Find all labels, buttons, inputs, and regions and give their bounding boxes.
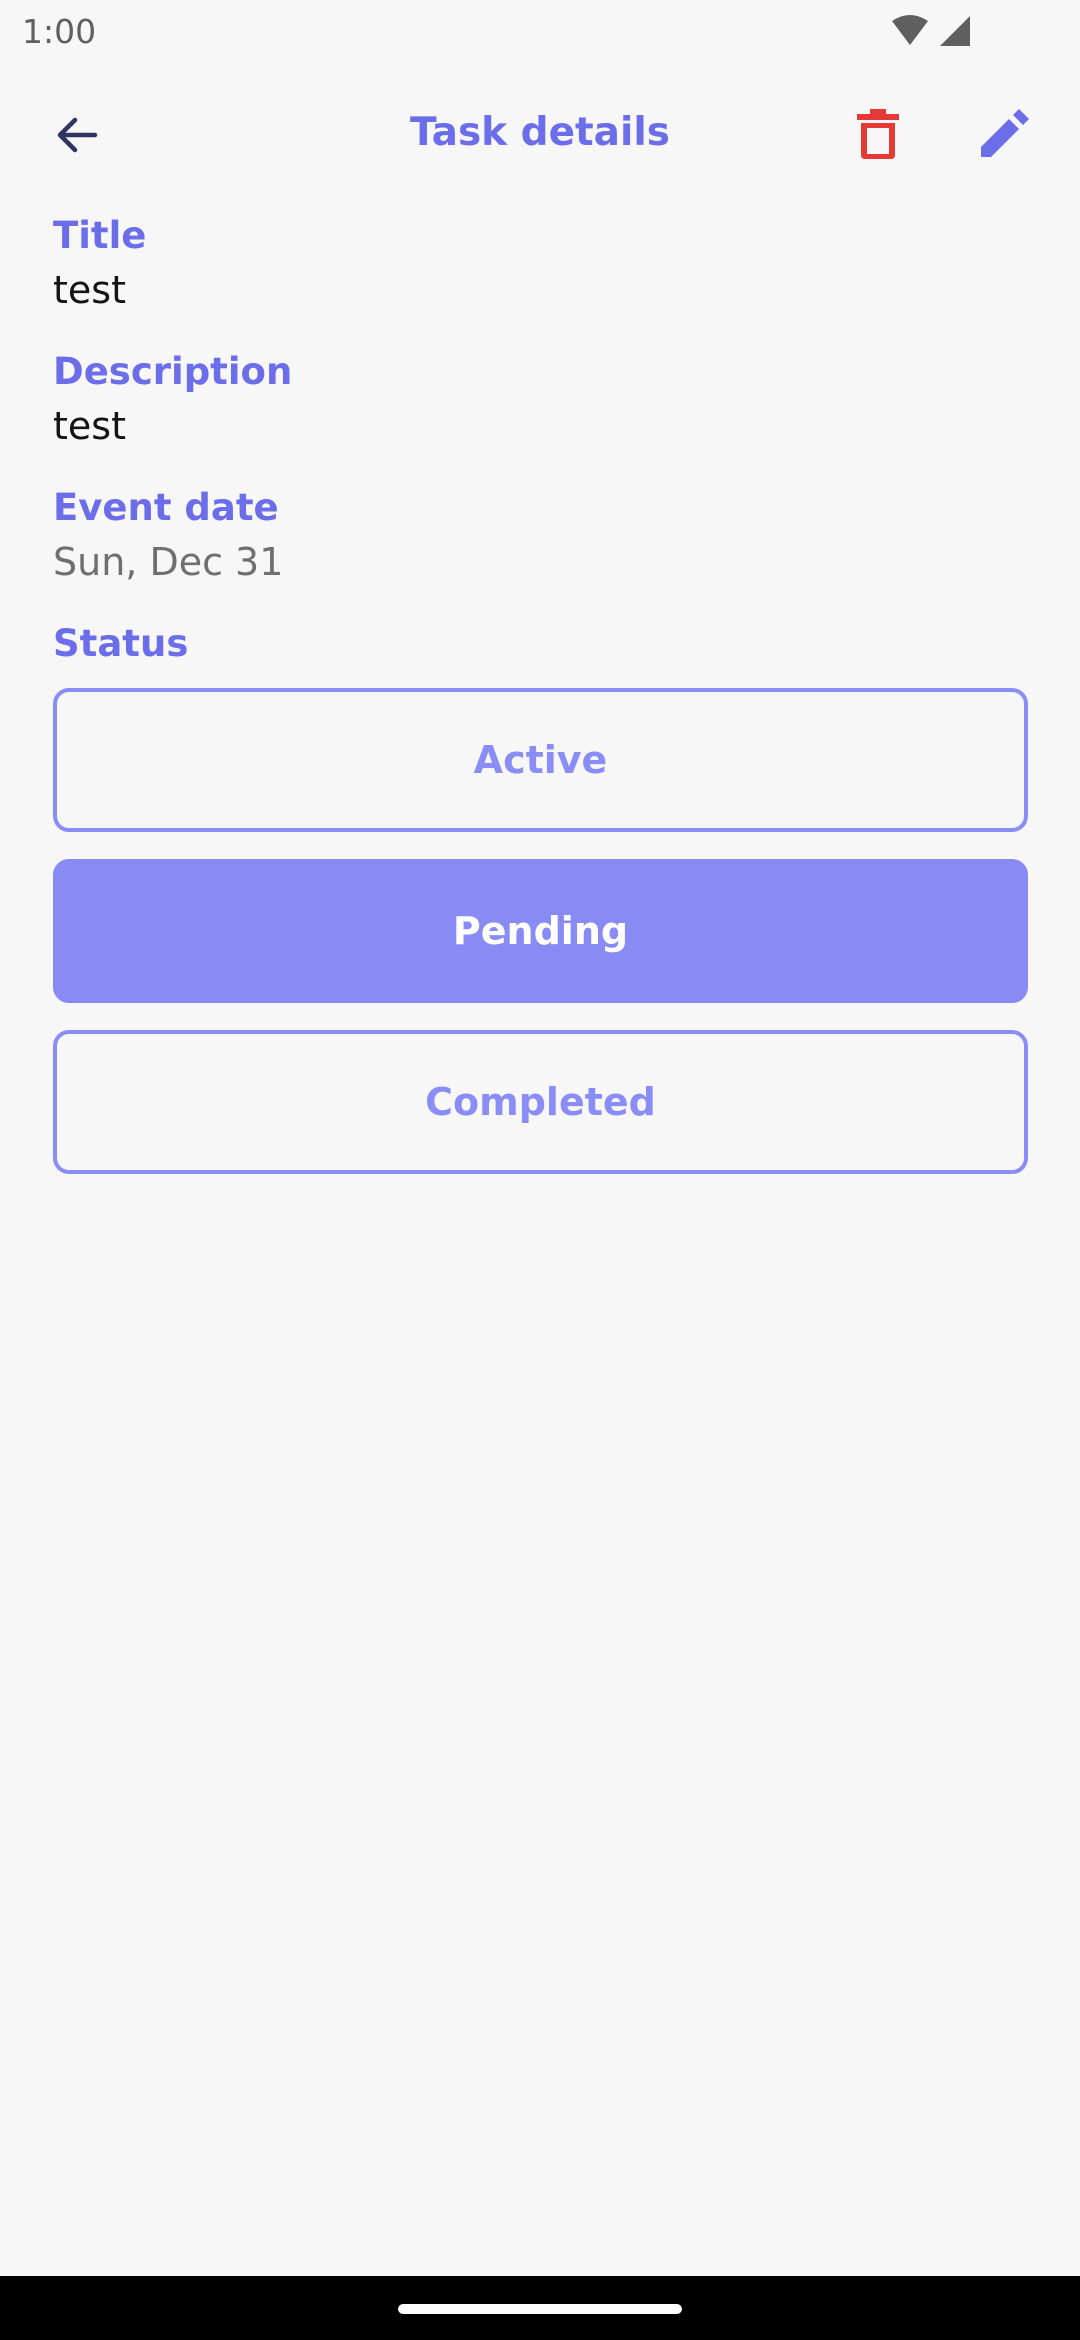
event-date-label: Event date [53,486,279,529]
wifi-icon [890,15,930,52]
status-label: Status [53,622,189,665]
edit-button[interactable] [968,100,1040,172]
app-bar: Task details [0,72,1080,202]
event-date-field: Event date Sun, Dec 31 [53,482,1028,590]
trash-icon [857,108,899,164]
arrow-back-icon [55,115,99,160]
task-details-content: Title test Description test Event date S… [53,210,1028,1201]
back-button[interactable] [42,102,112,172]
status-option-pending[interactable]: Pending [53,859,1028,1003]
event-date-value: Sun, Dec 31 [53,540,284,584]
cellular-signal-icon [936,14,972,53]
pencil-icon [979,108,1029,164]
title-field: Title test [53,210,1028,318]
delete-button[interactable] [842,100,914,172]
status-option-completed[interactable]: Completed [53,1030,1028,1174]
description-value: test [53,404,126,448]
page-title: Task details [410,110,670,155]
description-field: Description test [53,346,1028,454]
title-value: test [53,268,126,312]
description-label: Description [53,350,293,393]
status-bar: 1:00 [0,0,1080,64]
system-nav-bar [0,2276,1080,2340]
home-gesture-handle[interactable] [398,2304,682,2314]
status-time: 1:00 [22,12,97,51]
status-option-active[interactable]: Active [53,688,1028,832]
status-icons [890,14,972,53]
title-label: Title [53,214,147,257]
